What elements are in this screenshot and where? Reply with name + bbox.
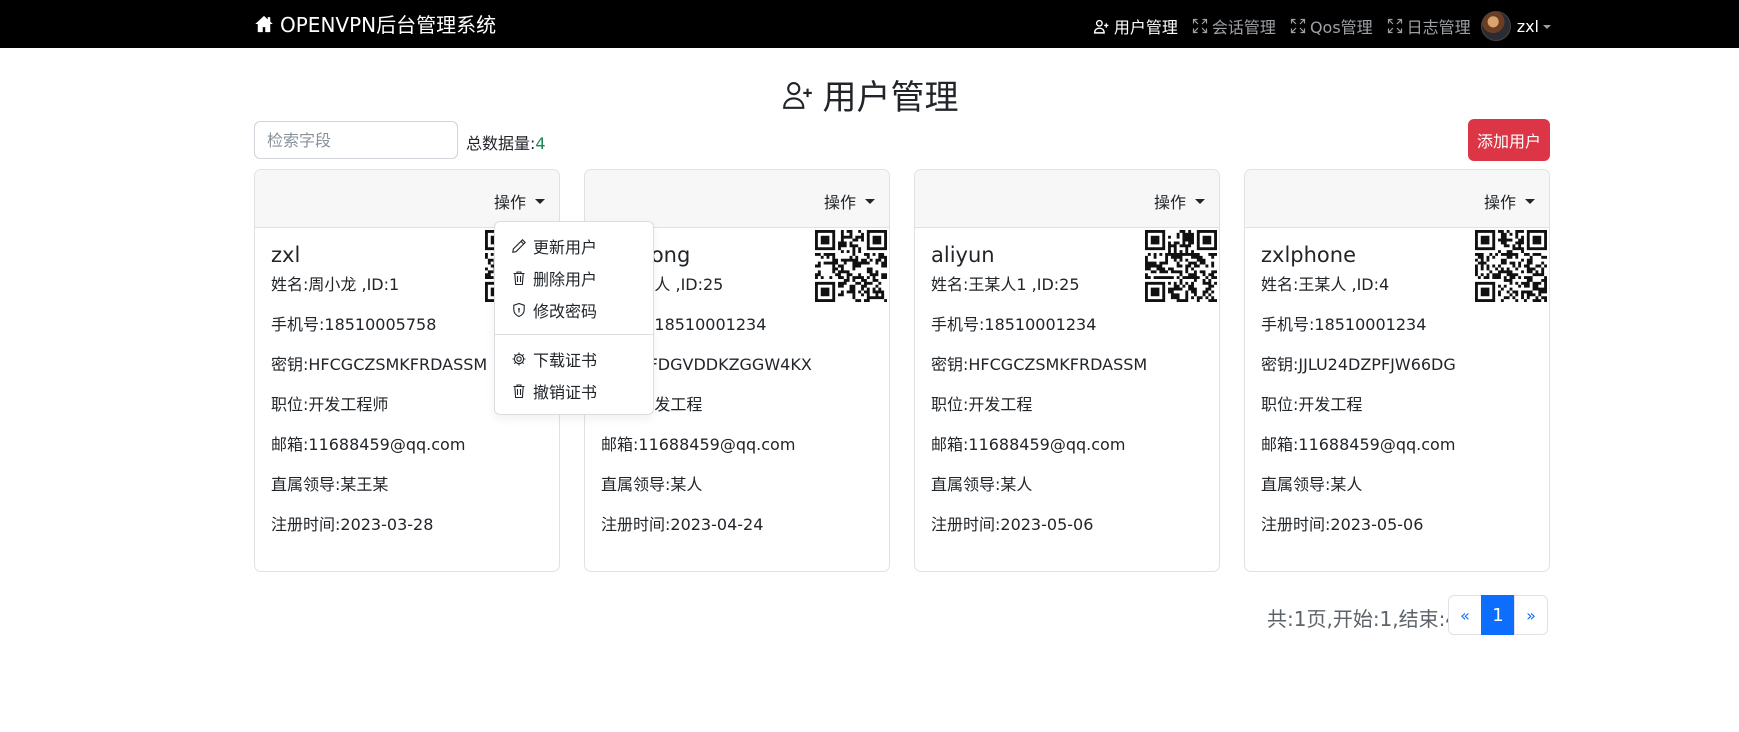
actions-label: 操作 bbox=[823, 193, 856, 212]
search-input[interactable] bbox=[254, 121, 458, 159]
pagination-info: 共:1页,开始:1,结束:4 bbox=[1267, 607, 1459, 631]
card-email: 邮箱:11688459@qq.com bbox=[931, 435, 1126, 454]
card-header: 操作 bbox=[585, 170, 889, 228]
caret-down-icon bbox=[1525, 198, 1535, 204]
user-card: 操作 aliyun 姓名:王某人1 ,ID:25 手机号:18510001234… bbox=[914, 169, 1220, 572]
user-menu[interactable]: zxl bbox=[1517, 17, 1539, 36]
person-plus-icon bbox=[1093, 19, 1109, 34]
fullscreen-icon bbox=[1387, 18, 1402, 34]
nav-item-logs[interactable]: 日志管理 bbox=[1387, 14, 1471, 38]
actions-dropdown-button[interactable]: 操作 bbox=[1154, 189, 1205, 213]
card-phone: 手机号:18510001234 bbox=[1261, 315, 1427, 334]
avatar[interactable] bbox=[1480, 11, 1511, 41]
prev-page-button[interactable]: « bbox=[1448, 595, 1482, 635]
actions-label: 操作 bbox=[1153, 193, 1186, 212]
menu-item-label: 更新用户 bbox=[533, 238, 598, 257]
chevron-down-icon bbox=[1543, 25, 1551, 29]
card-body: aliyun 姓名:王某人1 ,ID:25 手机号:18510001234 密钥… bbox=[915, 228, 1219, 545]
page-title: 用户管理 bbox=[0, 70, 1739, 119]
page-title-text: 用户管理 bbox=[822, 78, 959, 118]
qr-code bbox=[815, 230, 887, 302]
shield-icon bbox=[513, 302, 525, 318]
fullscreen-icon bbox=[1192, 18, 1208, 34]
total-count: 总数据量:4 bbox=[466, 130, 546, 154]
gear-icon bbox=[512, 352, 526, 366]
brand[interactable]: OPENVPN后台管理系统 bbox=[254, 9, 496, 38]
menu-item-label: 撤销证书 bbox=[533, 383, 598, 402]
nav-item-label: 会话管理 bbox=[1211, 18, 1276, 37]
caret-down-icon bbox=[865, 198, 875, 204]
actions-dropdown-button[interactable]: 操作 bbox=[824, 189, 875, 213]
card-phone: 手机号:18510001234 bbox=[931, 315, 1097, 334]
pagination: « 1 » bbox=[1448, 595, 1548, 635]
actions-dropdown-menu: 更新用户 删除用户 修改密码 下载证书 撤销证书 bbox=[494, 221, 654, 415]
menu-item-revoke-cert[interactable]: 撤销证书 bbox=[495, 375, 653, 407]
card-leader: 直属领导:某人 bbox=[1261, 475, 1363, 494]
nav-item-label: 日志管理 bbox=[1406, 18, 1471, 37]
card-leader: 直属领导:某人 bbox=[601, 475, 703, 494]
card-registered: 注册时间:2023-05-06 bbox=[1261, 515, 1424, 534]
card-email: 邮箱:11688459@qq.com bbox=[271, 435, 466, 454]
card-leader: 直属领导:某王某 bbox=[271, 475, 389, 494]
add-user-button[interactable]: 添加用户 bbox=[1468, 119, 1550, 161]
menu-item-update-user[interactable]: 更新用户 bbox=[495, 230, 653, 262]
actions-label: 操作 bbox=[493, 193, 526, 212]
card-header: 操作 bbox=[255, 170, 559, 228]
actions-dropdown-button[interactable]: 操作 bbox=[1484, 189, 1535, 213]
menu-item-change-password[interactable]: 修改密码 bbox=[495, 294, 653, 326]
card-header: 操作 bbox=[1245, 170, 1549, 228]
card-position: 职位:开发工程 bbox=[931, 395, 1033, 414]
card-secret: 密钥:JJLU24DZPFJW66DG bbox=[1261, 355, 1456, 374]
card-registered: 注册时间:2023-04-24 bbox=[601, 515, 764, 534]
menu-item-label: 下载证书 bbox=[533, 351, 598, 370]
card-registered: 注册时间:2023-03-28 bbox=[271, 515, 434, 534]
pencil-icon bbox=[512, 239, 526, 253]
top-navbar: OPENVPN后台管理系统 用户管理 会话管理 Qos管理 日志管理 zxl bbox=[0, 0, 1739, 48]
nav-item-label: 用户管理 bbox=[1113, 18, 1178, 37]
card-header: 操作 bbox=[915, 170, 1219, 228]
menu-item-download-cert[interactable]: 下载证书 bbox=[495, 343, 653, 375]
card-registered: 注册时间:2023-05-06 bbox=[931, 515, 1094, 534]
nav-item-users[interactable]: 用户管理 bbox=[1093, 14, 1178, 38]
qr-code bbox=[1475, 230, 1547, 302]
user-card: 操作 zxlphone 姓名:王某人 ,ID:4 手机号:18510001234… bbox=[1244, 169, 1550, 572]
total-value: 4 bbox=[535, 134, 546, 153]
card-position: 职位:开发工程 bbox=[1261, 395, 1363, 414]
actions-dropdown-button[interactable]: 操作 bbox=[494, 189, 545, 213]
caret-down-icon bbox=[1195, 198, 1205, 204]
menu-divider bbox=[495, 334, 653, 335]
qr-code bbox=[1145, 230, 1217, 302]
main-nav: 用户管理 会话管理 Qos管理 日志管理 zxl bbox=[1079, 11, 1551, 41]
house-icon bbox=[255, 15, 273, 32]
menu-item-delete-user[interactable]: 删除用户 bbox=[495, 262, 653, 294]
page-1-button[interactable]: 1 bbox=[1481, 595, 1515, 635]
person-plus-icon bbox=[782, 81, 812, 109]
nav-item-label: Qos管理 bbox=[1309, 18, 1373, 37]
total-label: 总数据量: bbox=[466, 134, 536, 153]
card-email: 邮箱:11688459@qq.com bbox=[1261, 435, 1456, 454]
card-leader: 直属领导:某人 bbox=[931, 475, 1033, 494]
card-secret: 密钥:HFCGCZSMKFRDASSM bbox=[931, 355, 1148, 374]
menu-item-label: 删除用户 bbox=[533, 270, 598, 289]
actions-label: 操作 bbox=[1483, 193, 1516, 212]
caret-down-icon bbox=[535, 198, 545, 204]
trash-icon bbox=[513, 271, 525, 286]
brand-title: OPENVPN后台管理系统 bbox=[280, 13, 497, 37]
nav-item-qos[interactable]: Qos管理 bbox=[1290, 14, 1373, 38]
card-body: zxlphone 姓名:王某人 ,ID:4 手机号:18510001234 密钥… bbox=[1245, 228, 1549, 545]
card-email: 邮箱:11688459@qq.com bbox=[601, 435, 796, 454]
trash-icon bbox=[513, 384, 525, 399]
nav-item-sessions[interactable]: 会话管理 bbox=[1192, 14, 1276, 38]
menu-item-label: 修改密码 bbox=[533, 302, 598, 321]
fullscreen-icon bbox=[1290, 18, 1306, 34]
next-page-button[interactable]: » bbox=[1514, 595, 1548, 635]
